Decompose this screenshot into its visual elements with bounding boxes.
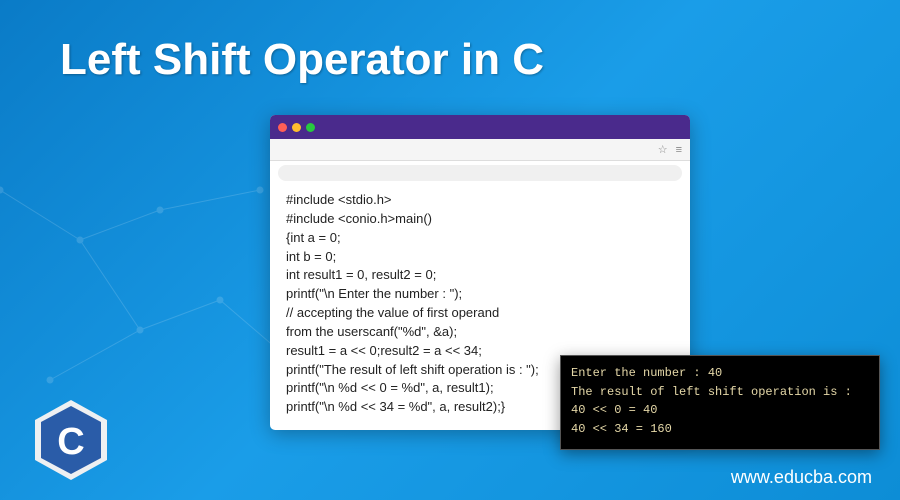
- page-title: Left Shift Operator in C: [60, 35, 544, 85]
- minimize-window-icon: [292, 123, 301, 132]
- close-window-icon: [278, 123, 287, 132]
- address-bar: [278, 165, 682, 181]
- svg-text:C: C: [57, 421, 84, 463]
- window-titlebar: [270, 115, 690, 139]
- star-icon: ☆: [658, 143, 668, 156]
- maximize-window-icon: [306, 123, 315, 132]
- c-language-logo: C: [35, 400, 107, 480]
- browser-toolbar: ☆ ≡: [270, 139, 690, 161]
- terminal-output: Enter the number : 40 The result of left…: [560, 355, 880, 450]
- site-url: www.educba.com: [731, 467, 872, 488]
- menu-icon: ≡: [676, 144, 682, 156]
